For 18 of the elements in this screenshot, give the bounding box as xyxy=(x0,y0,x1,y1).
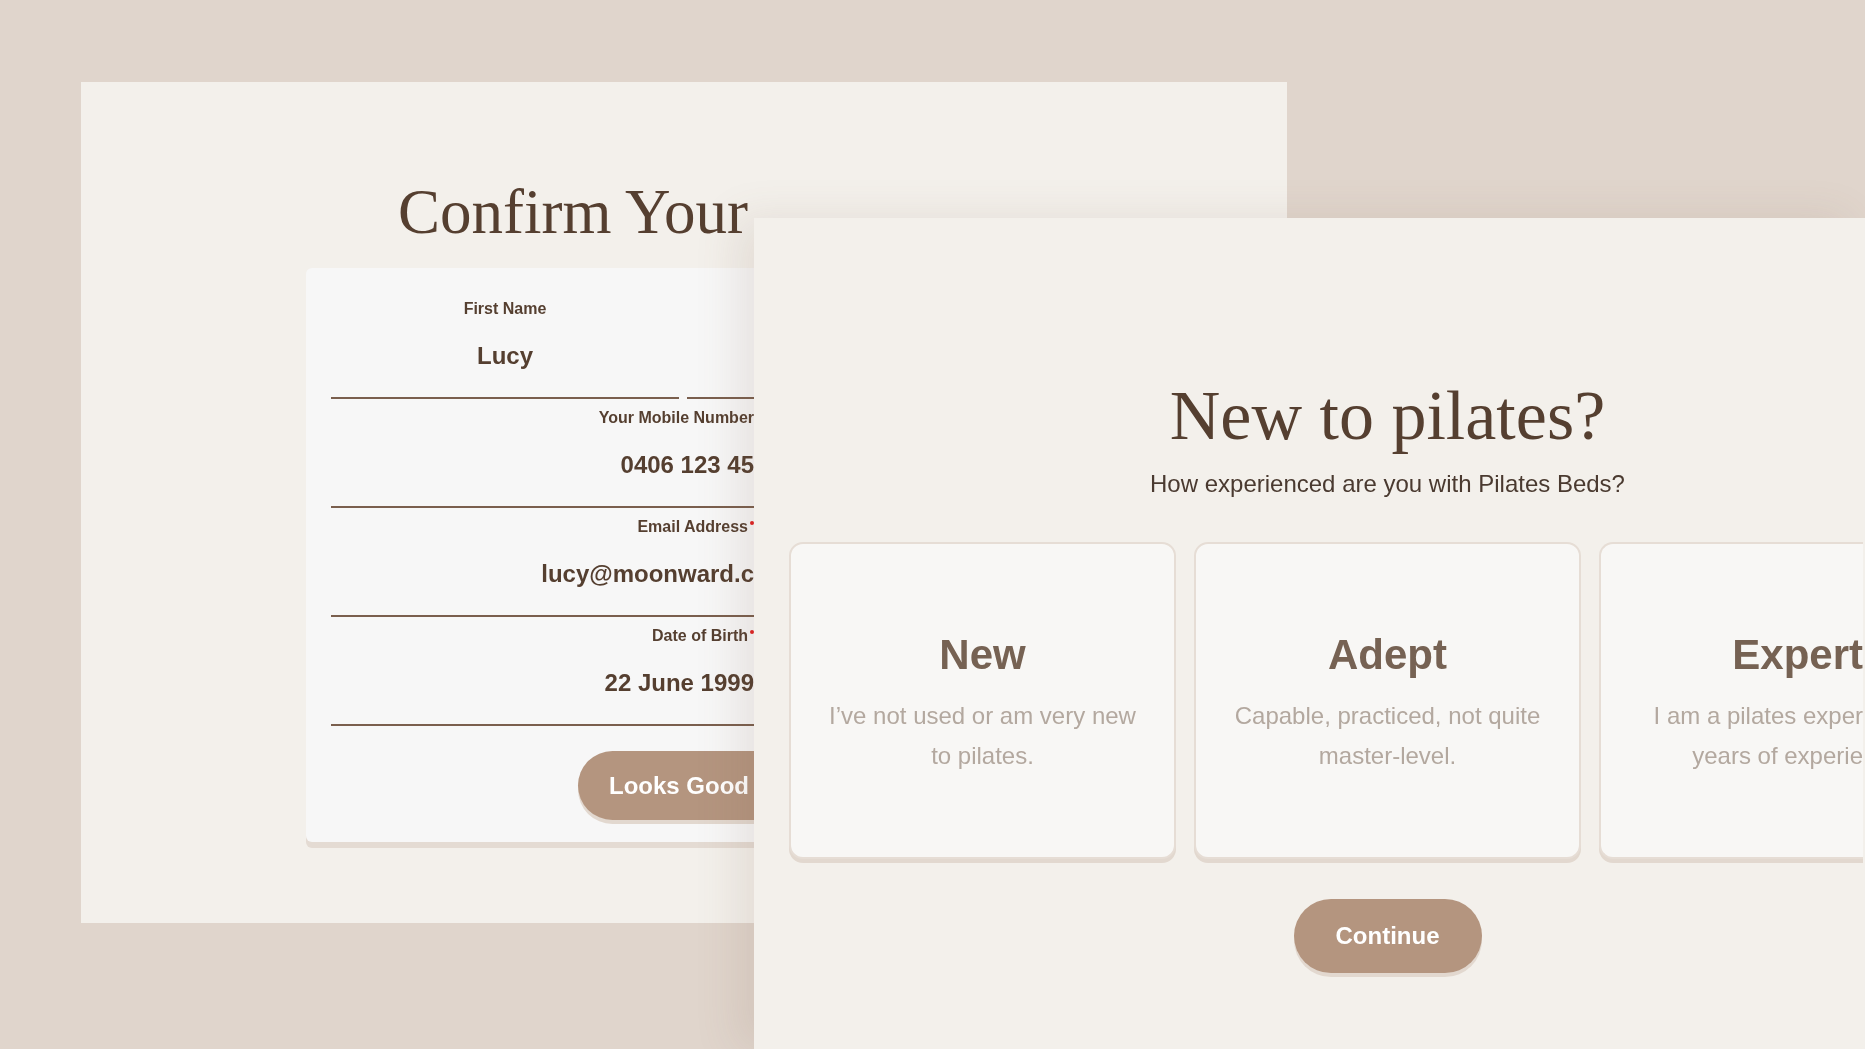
field-value: lucy@moonward.c xyxy=(541,559,754,589)
option-title: Adept xyxy=(1328,630,1447,680)
field-value: Lucy xyxy=(477,341,533,371)
screen-title: New to pilates? xyxy=(1169,376,1606,456)
field-value: 0406 123 45 xyxy=(620,450,754,480)
option-title: Expert xyxy=(1732,630,1863,680)
field-label: Email Address xyxy=(637,516,754,538)
field-value: 22 June 1999 xyxy=(604,668,754,698)
subtitle: How experienced are you with Pilates Beds? xyxy=(1150,470,1625,498)
field-label: First Name xyxy=(463,299,547,319)
field-label: Date of Birth xyxy=(652,625,754,647)
field-label: Your Mobile Number xyxy=(598,408,754,428)
option-description: I am a pilates exper years of experie xyxy=(1653,701,1863,771)
option-description: I’ve not used or am very new to pilates. xyxy=(829,701,1136,771)
text-field[interactable]: First Name Lucy xyxy=(331,290,679,399)
option-description: Capable, practiced, not quite master-level. xyxy=(1234,701,1541,771)
screen-title: Confirm Your xyxy=(398,176,749,249)
option-title: New xyxy=(939,630,1026,680)
